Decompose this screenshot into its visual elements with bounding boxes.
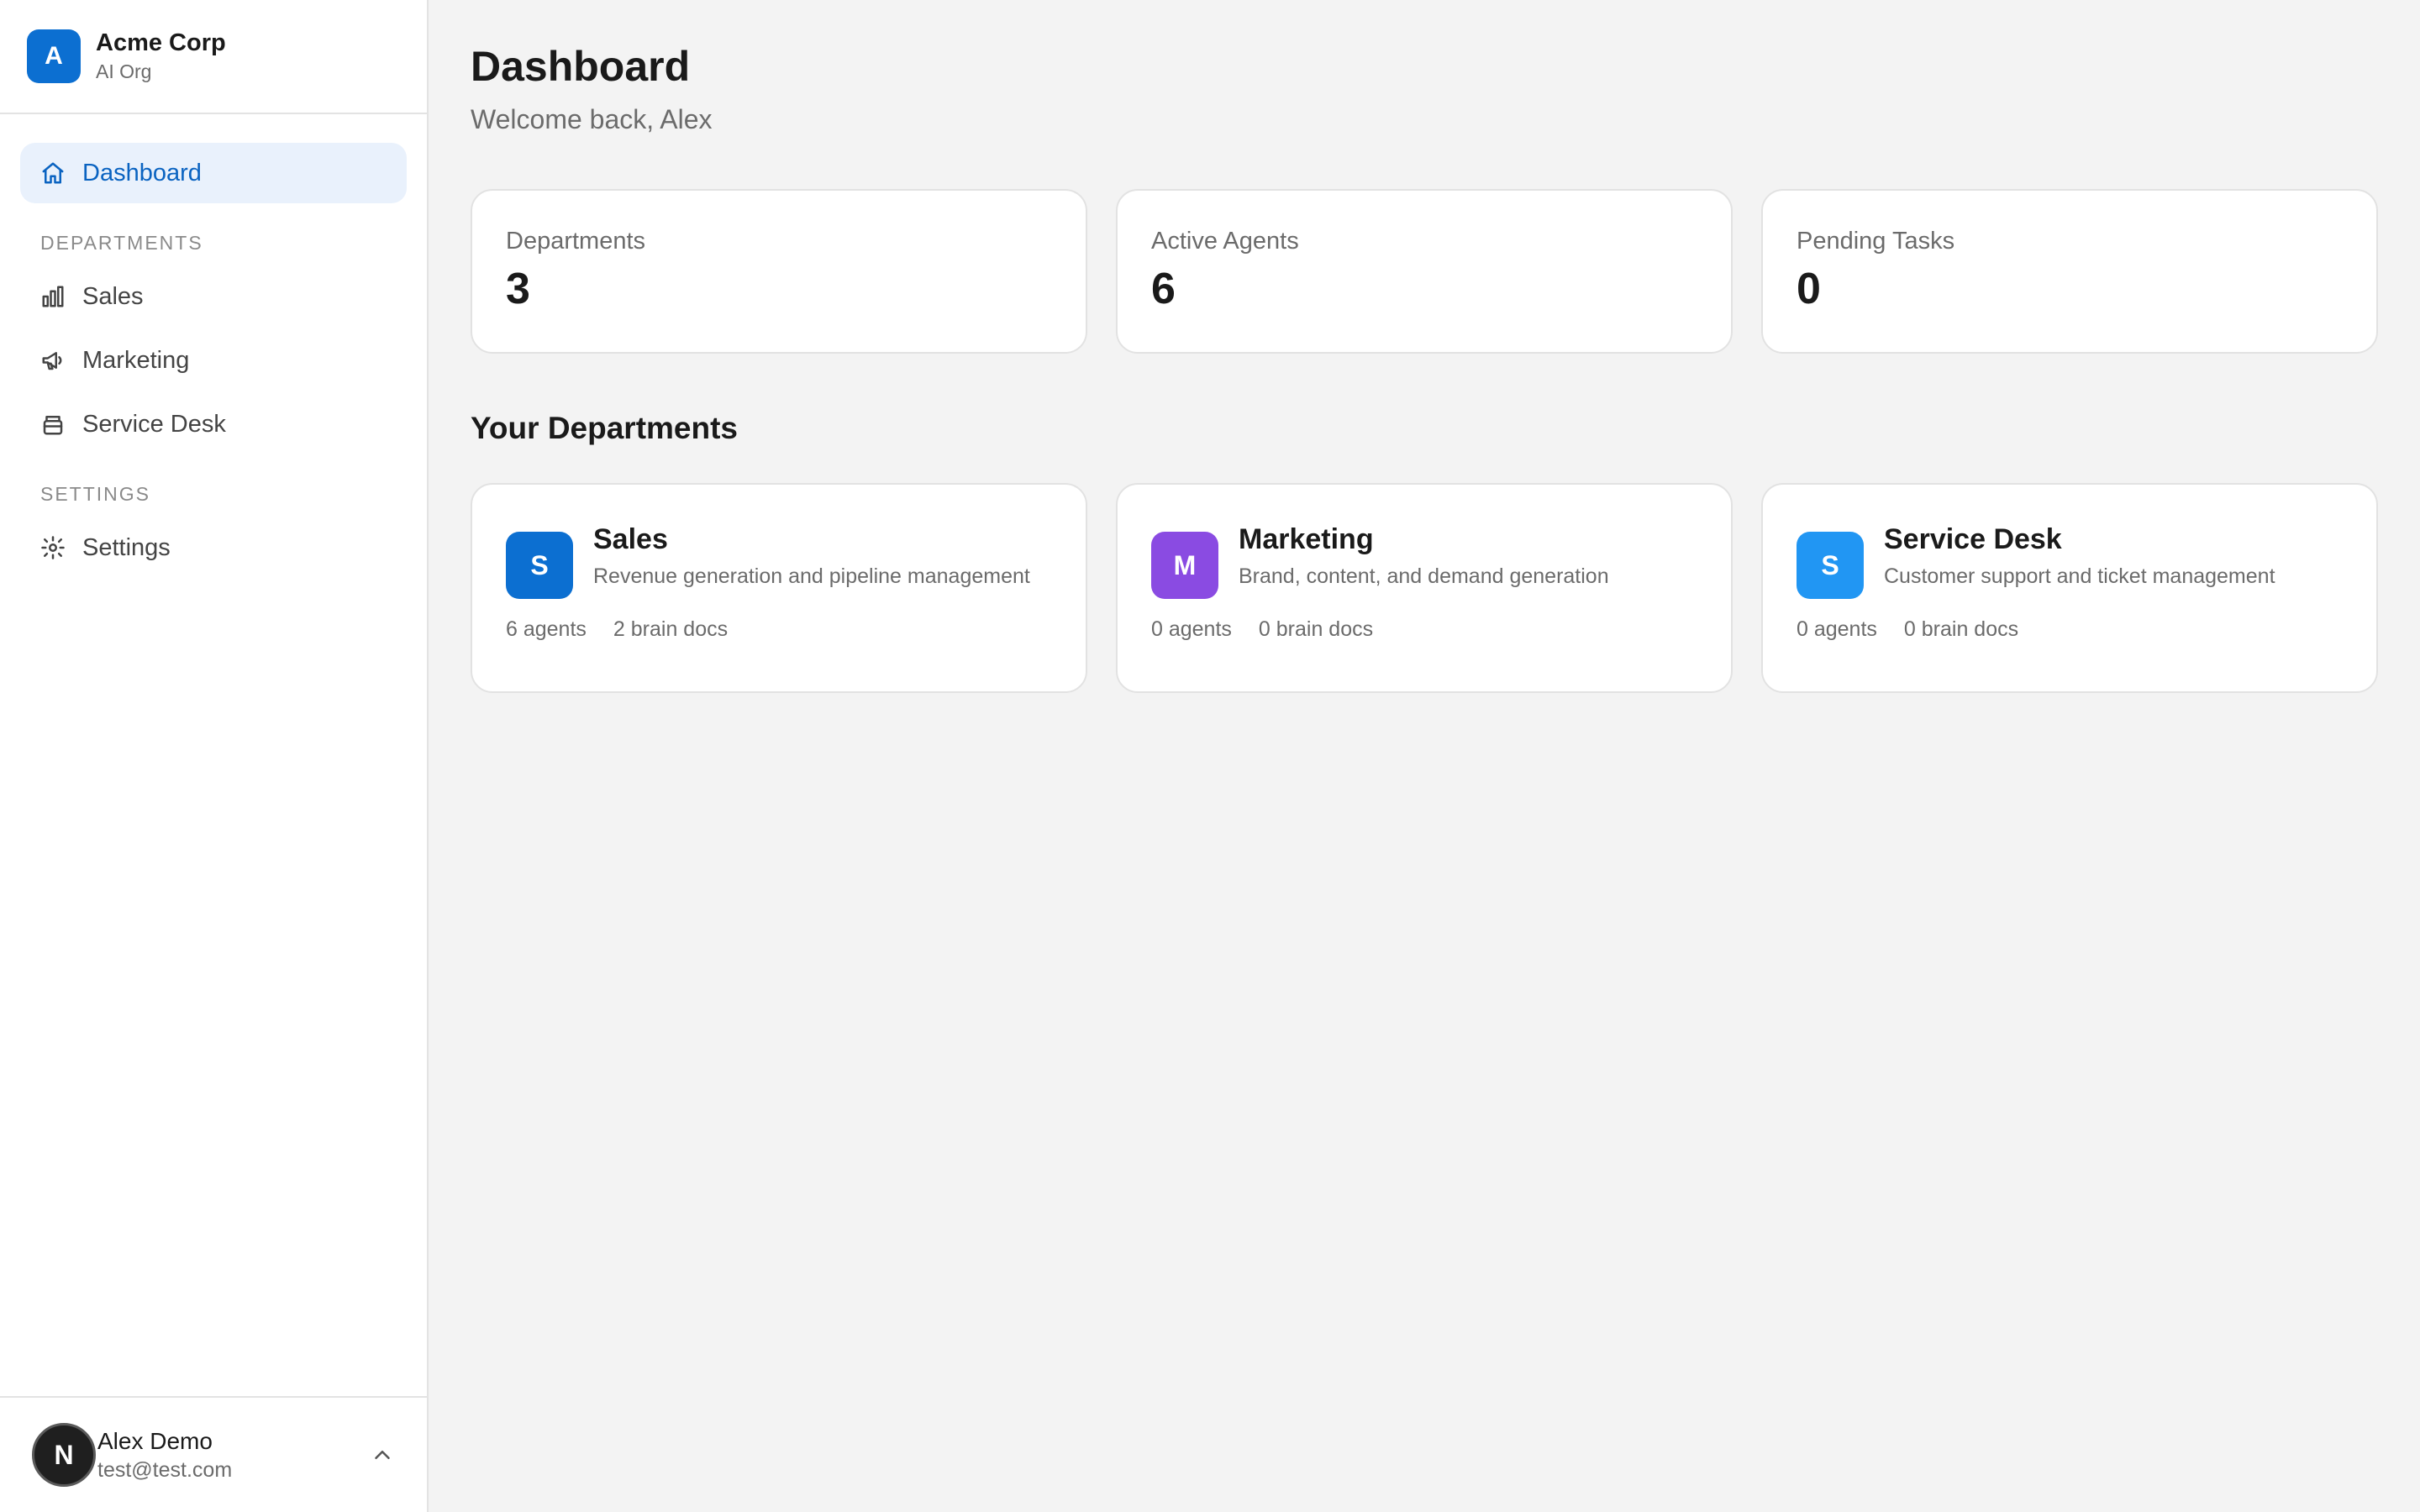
bar-chart-icon [42, 286, 64, 307]
user-menu[interactable]: N Alex Demo test@test.com [0, 1396, 427, 1512]
page-subtitle: Welcome back, Alex [471, 104, 713, 134]
page-title: Dashboard [471, 43, 691, 90]
department-card-header: M Marketing Brand, content, and demand g… [1151, 520, 1697, 599]
department-name: Service Desk [1884, 523, 2062, 555]
department-info: Service Desk Customer support and ticket… [1884, 520, 2275, 590]
department-description: Revenue generation and pipeline manageme… [593, 564, 1030, 588]
sidebar-item-label: Service Desk [82, 410, 226, 438]
stat-value: 6 [1151, 265, 1176, 313]
stat-card-departments: Departments 3 [471, 189, 1087, 354]
home-icon [42, 162, 64, 184]
chevron-up-icon[interactable] [370, 1442, 395, 1467]
department-meta: 0 agents 0 brain docs [1151, 617, 1697, 642]
agent-count: 6 agents [506, 617, 587, 641]
app: A Acme Corp AI Org Dashboard DEPARTMENTS… [0, 0, 2420, 1512]
brain-doc-count: 0 brain docs [1903, 617, 2019, 641]
department-info: Sales Revenue generation and pipeline ma… [593, 520, 1030, 590]
department-name: Marketing [1239, 523, 1374, 555]
department-meta: 0 agents 0 brain docs [1797, 617, 2343, 642]
org-subtitle: AI Org [96, 60, 152, 82]
department-icon: S [506, 532, 573, 599]
gear-icon [41, 536, 65, 559]
departments-grid: S Sales Revenue generation and pipeline … [471, 483, 2380, 693]
stat-value: 3 [506, 265, 530, 313]
department-card-header: S Service Desk Customer support and tick… [1797, 520, 2343, 599]
org-avatar: A [27, 29, 81, 83]
sidebar-item-service-desk[interactable]: Service Desk [20, 394, 407, 454]
stat-label: Active Agents [1151, 228, 1299, 255]
sidebar-item-label: Settings [82, 533, 171, 561]
main-content: Dashboard Welcome back, Alex Departments… [429, 0, 2420, 1512]
agent-count: 0 agents [1151, 617, 1232, 641]
sidebar: A Acme Corp AI Org Dashboard DEPARTMENTS… [0, 0, 429, 1512]
sidebar-item-label: Sales [82, 282, 144, 310]
sidebar-item-label: Dashboard [82, 159, 202, 186]
org-switcher[interactable]: A Acme Corp AI Org [0, 0, 427, 114]
stat-card-active-agents: Active Agents 6 [1116, 189, 1733, 354]
sidebar-item-dashboard[interactable]: Dashboard [20, 143, 407, 203]
department-name: Sales [593, 523, 668, 555]
inbox-icon [43, 416, 63, 435]
departments-section-title: Your Departments [471, 411, 738, 445]
stats-row: Departments 3 Active Agents 6 Pending Ta… [471, 189, 2380, 354]
department-info: Marketing Brand, content, and demand gen… [1239, 520, 1609, 590]
department-card-marketing[interactable]: M Marketing Brand, content, and demand g… [1116, 483, 1733, 693]
sidebar-item-sales[interactable]: Sales [20, 266, 407, 327]
stat-value: 0 [1797, 265, 1821, 313]
brain-doc-count: 0 brain docs [1258, 617, 1374, 641]
sidebar-item-marketing[interactable]: Marketing [20, 330, 407, 391]
sidebar-nav: Dashboard DEPARTMENTS Sales Marketing Se… [0, 114, 427, 581]
department-card-sales[interactable]: S Sales Revenue generation and pipeline … [471, 483, 1087, 693]
megaphone-icon [42, 352, 62, 370]
user-name: Alex Demo [97, 1427, 213, 1454]
department-icon: M [1151, 532, 1218, 599]
org-info: Acme Corp AI Org [96, 29, 226, 83]
department-meta: 6 agents 2 brain docs [506, 617, 1052, 642]
brain-doc-count: 2 brain docs [613, 617, 729, 641]
stat-label: Departments [506, 228, 646, 255]
settings-heading: SETTINGS [40, 483, 151, 505]
agent-count: 0 agents [1797, 617, 1877, 641]
department-description: Brand, content, and demand generation [1239, 564, 1609, 588]
department-icon: S [1797, 532, 1864, 599]
user-info: Alex Demo test@test.com [97, 1428, 368, 1483]
org-name: Acme Corp [96, 29, 226, 56]
departments-heading: DEPARTMENTS [40, 232, 203, 254]
department-card-header: S Sales Revenue generation and pipeline … [506, 520, 1052, 599]
department-description: Customer support and ticket management [1884, 564, 2275, 588]
user-email: test@test.com [97, 1457, 233, 1482]
department-card-service-desk[interactable]: S Service Desk Customer support and tick… [1761, 483, 2378, 693]
sidebar-item-label: Marketing [82, 346, 190, 374]
avatar: N [32, 1423, 96, 1487]
stat-card-pending-tasks: Pending Tasks 0 [1761, 189, 2378, 354]
sidebar-item-settings[interactable]: Settings [20, 517, 407, 578]
stat-label: Pending Tasks [1797, 228, 1955, 255]
